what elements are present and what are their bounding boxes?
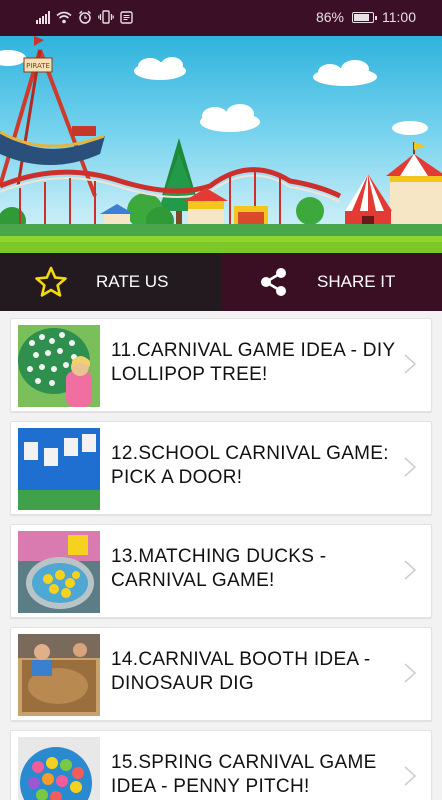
list-item[interactable]: 15.SPRING CARNIVAL GAME IDEA - PENNY PIT… <box>10 730 432 800</box>
chevron-right-icon <box>404 354 417 374</box>
list-item[interactable]: 11.CARNIVAL GAME IDEA - DIY LOLLIPOP TRE… <box>10 318 432 412</box>
signal-icon <box>36 10 50 24</box>
clock: 11:00 <box>382 9 416 25</box>
clouds <box>0 50 428 135</box>
penny-pitch-thumbnail <box>18 737 100 800</box>
status-icons-right: 86% 11:00 <box>316 9 416 25</box>
item-title: 14.CARNIVAL BOOTH IDEA - DINOSAUR DIG <box>111 649 371 694</box>
dinosaur-dig-thumbnail <box>18 634 100 716</box>
pick-a-door-thumbnail <box>18 428 100 510</box>
carnival-scene: PIRATE <box>0 36 442 253</box>
chevron-right-icon <box>404 663 417 683</box>
rate-us-button[interactable]: RATE US <box>0 253 221 311</box>
notification-icon <box>120 10 133 24</box>
alarm-icon <box>79 10 91 24</box>
chevron-right-icon <box>404 560 417 580</box>
star-icon <box>35 266 67 297</box>
share-it-label: SHARE IT <box>317 272 396 291</box>
ship-sign-text: PIRATE <box>26 62 50 70</box>
action-bar: RATE US SHARE IT <box>0 253 442 311</box>
battery-level <box>354 13 369 21</box>
share-it-button[interactable]: SHARE IT <box>221 253 442 311</box>
carnival-banner-image: PIRATE <box>0 36 442 253</box>
battery-percent: 86% <box>315 9 344 25</box>
status-bar: 86% 11:00 <box>0 0 442 36</box>
ideas-list: 11.CARNIVAL GAME IDEA - DIY LOLLIPOP TRE… <box>0 311 442 800</box>
item-title: 13.MATCHING DUCKS - CARNIVAL GAME! <box>111 546 327 591</box>
share-icon <box>261 268 286 296</box>
circus-tent <box>345 174 392 231</box>
item-title: 15.SPRING CARNIVAL GAME IDEA - PENNY PIT… <box>111 752 377 797</box>
vibrate-icon <box>98 10 114 24</box>
hedges <box>0 224 442 238</box>
list-item[interactable]: 13.MATCHING DUCKS - CARNIVAL GAME! <box>10 524 432 618</box>
list-item[interactable]: 12.SCHOOL CARNIVAL GAME: PICK A DOOR! <box>10 421 432 515</box>
battery-icon <box>352 11 377 23</box>
rate-us-label: RATE US <box>96 272 169 291</box>
matching-ducks-thumbnail <box>18 531 100 613</box>
wifi-icon <box>56 11 72 23</box>
lollipop-tree-thumbnail <box>18 325 100 407</box>
chevron-right-icon <box>404 457 417 477</box>
status-icons-left <box>36 10 133 24</box>
list-item[interactable]: 14.CARNIVAL BOOTH IDEA - DINOSAUR DIG <box>10 627 432 721</box>
carousel <box>386 142 442 226</box>
item-title: 11.CARNIVAL GAME IDEA - DIY LOLLIPOP TRE… <box>111 340 396 385</box>
chevron-right-icon <box>404 766 417 786</box>
item-title: 12.SCHOOL CARNIVAL GAME: PICK A DOOR! <box>111 443 389 488</box>
